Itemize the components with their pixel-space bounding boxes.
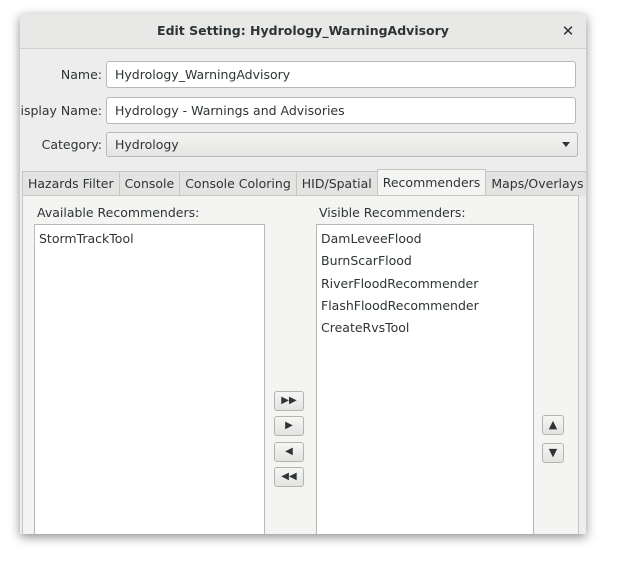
display-name-field[interactable]: Hydrology - Warnings and Advisories — [106, 97, 576, 124]
category-label: Category: — [41, 137, 102, 152]
tab-recommenders[interactable]: Recommenders — [376, 169, 487, 196]
move-right-button[interactable]: ▶ — [274, 416, 304, 436]
tab-hazards-filter[interactable]: Hazards Filter — [22, 171, 120, 196]
list-item[interactable]: BurnScarFlood — [317, 250, 533, 272]
visible-recommenders-list[interactable]: DamLeveeFlood BurnScarFlood RiverFloodRe… — [316, 224, 534, 534]
name-label: Name: — [60, 67, 102, 82]
settings-tabs: Hazards Filter Console Console Coloring … — [22, 169, 586, 196]
move-all-right-button[interactable]: ▶▶ — [274, 391, 304, 411]
tab-maps-overlays[interactable]: Maps/Overlays — [485, 171, 586, 196]
tab-hid-spatial[interactable]: HID/Spatial — [295, 171, 378, 196]
list-item[interactable]: RiverFloodRecommender — [317, 273, 533, 295]
visible-recommenders-label: Visible Recommenders: — [319, 205, 466, 220]
move-all-left-button[interactable]: ◀◀ — [274, 467, 304, 487]
chevron-down-icon — [562, 142, 570, 147]
list-item[interactable]: FlashFloodRecommender — [317, 295, 533, 317]
display-name-label: Display Name: — [20, 103, 102, 118]
category-selected-value: Hydrology — [115, 137, 179, 152]
available-recommenders-label: Available Recommenders: — [37, 205, 200, 220]
move-left-button[interactable]: ◀ — [274, 442, 304, 462]
edit-setting-dialog: Edit Setting: Hydrology_WarningAdvisory … — [20, 14, 586, 534]
recommenders-panel: Available Recommenders: StormTrackTool V… — [22, 195, 579, 534]
tab-console-coloring[interactable]: Console Coloring — [179, 171, 297, 196]
name-field[interactable]: Hydrology_WarningAdvisory — [106, 61, 576, 88]
available-recommenders-list[interactable]: StormTrackTool — [34, 224, 265, 534]
dialog-titlebar: Edit Setting: Hydrology_WarningAdvisory … — [20, 14, 586, 49]
close-icon[interactable]: ✕ — [558, 21, 578, 41]
tab-console[interactable]: Console — [118, 171, 181, 196]
category-dropdown[interactable]: Hydrology — [106, 132, 578, 157]
list-item[interactable]: CreateRvsTool — [317, 317, 533, 339]
dialog-title: Edit Setting: Hydrology_WarningAdvisory — [157, 23, 449, 38]
move-down-button[interactable]: ▼ — [542, 443, 564, 463]
list-item[interactable]: StormTrackTool — [35, 228, 264, 250]
move-up-button[interactable]: ▲ — [542, 415, 564, 435]
list-item[interactable]: DamLeveeFlood — [317, 228, 533, 250]
